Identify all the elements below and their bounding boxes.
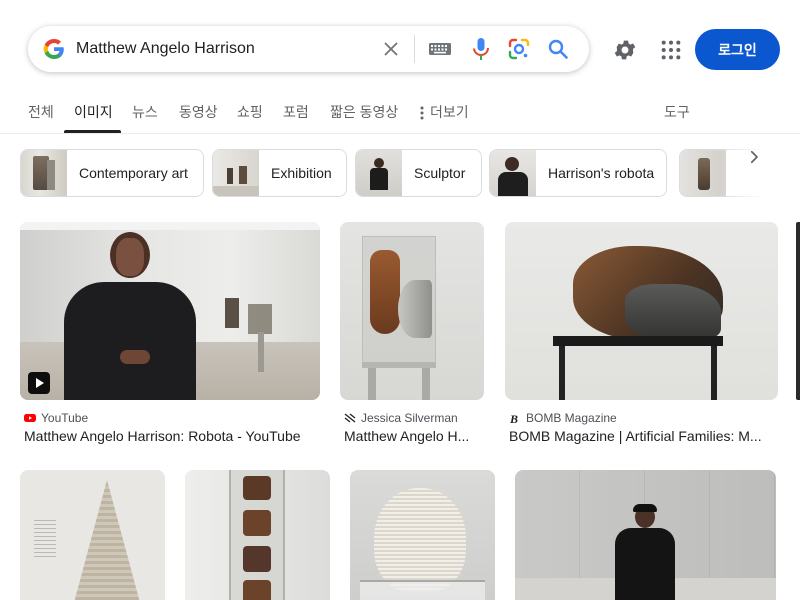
play-icon: [28, 372, 50, 394]
chip-exhibition[interactable]: Exhibition: [212, 149, 347, 197]
chip-label: Contemporary art: [79, 165, 188, 181]
result-image: [185, 470, 330, 600]
result-image: [515, 470, 776, 600]
result-image: [20, 470, 165, 600]
tab-images[interactable]: 이미지: [74, 102, 113, 122]
chip-label: Harrison's robota: [548, 165, 655, 181]
tab-videos[interactable]: 동영상: [179, 102, 218, 122]
chip-sculptor[interactable]: Sculptor: [355, 149, 482, 197]
result-source-name: YouTube: [41, 411, 89, 425]
result-source-name: BOMB Magazine: [526, 411, 617, 425]
svg-text:B: B: [509, 412, 518, 424]
jessica-silverman-logo-icon: [344, 413, 356, 423]
result-title[interactable]: Matthew Angelo Harrison: Robota - YouTub…: [24, 428, 320, 444]
close-icon[interactable]: [380, 38, 402, 60]
chip-thumbnail: [213, 150, 259, 196]
google-lens-icon[interactable]: [507, 37, 531, 61]
result-image: [350, 470, 495, 600]
result-source: Jessica Silverman: [344, 411, 458, 425]
tab-news[interactable]: 뉴스: [132, 102, 158, 122]
search-tabs: 전체 이미지 뉴스 동영상 쇼핑 포럼 짧은 동영상 더보기 도구: [0, 96, 800, 134]
result-title[interactable]: Matthew Angelo H...: [344, 428, 484, 444]
result-source: YouTube: [24, 411, 88, 425]
result-title[interactable]: BOMB Magazine | Artificial Families: M..…: [509, 428, 775, 444]
chevron-right-icon[interactable]: [745, 148, 763, 166]
gear-icon[interactable]: [612, 37, 638, 63]
partial-result-edge: [796, 222, 800, 400]
tools-button[interactable]: 도구: [664, 102, 690, 122]
more-vert-icon: [420, 106, 424, 120]
tab-short-videos[interactable]: 짧은 동영상: [330, 102, 398, 122]
youtube-icon: [24, 414, 36, 422]
chip-label: Exhibition: [271, 165, 332, 181]
result-image: [340, 222, 484, 400]
chip-thumbnail: [21, 150, 67, 196]
chip-label: Sculptor: [414, 165, 466, 181]
microphone-icon[interactable]: [469, 36, 493, 62]
google-logo-icon: [43, 39, 64, 59]
apps-grid-icon[interactable]: [660, 39, 682, 61]
tab-all[interactable]: 전체: [28, 102, 54, 122]
tab-more[interactable]: 더보기: [420, 102, 469, 122]
tab-more-label: 더보기: [430, 104, 469, 120]
result-image: [505, 222, 778, 400]
chip-thumbnail: [490, 150, 536, 196]
bomb-magazine-logo-icon: B: [509, 412, 518, 424]
login-button[interactable]: 로그인: [695, 29, 780, 70]
tab-shopping[interactable]: 쇼핑: [237, 102, 263, 122]
result-source-name: Jessica Silverman: [361, 411, 458, 425]
search-divider: [414, 35, 415, 63]
chip-thumbnail: [356, 150, 402, 196]
search-input[interactable]: [76, 36, 376, 62]
keyboard-icon[interactable]: [428, 39, 452, 59]
search-icon[interactable]: [546, 37, 570, 61]
search-box[interactable]: [28, 26, 589, 72]
tab-forums[interactable]: 포럼: [283, 102, 309, 122]
chip-contemporary-art[interactable]: Contemporary art: [20, 149, 204, 197]
result-image: [20, 222, 320, 400]
chip-harrisons-robota[interactable]: Harrison's robota: [489, 149, 667, 197]
active-tab-indicator: [64, 130, 121, 133]
result-source: B BOMB Magazine: [509, 411, 617, 425]
